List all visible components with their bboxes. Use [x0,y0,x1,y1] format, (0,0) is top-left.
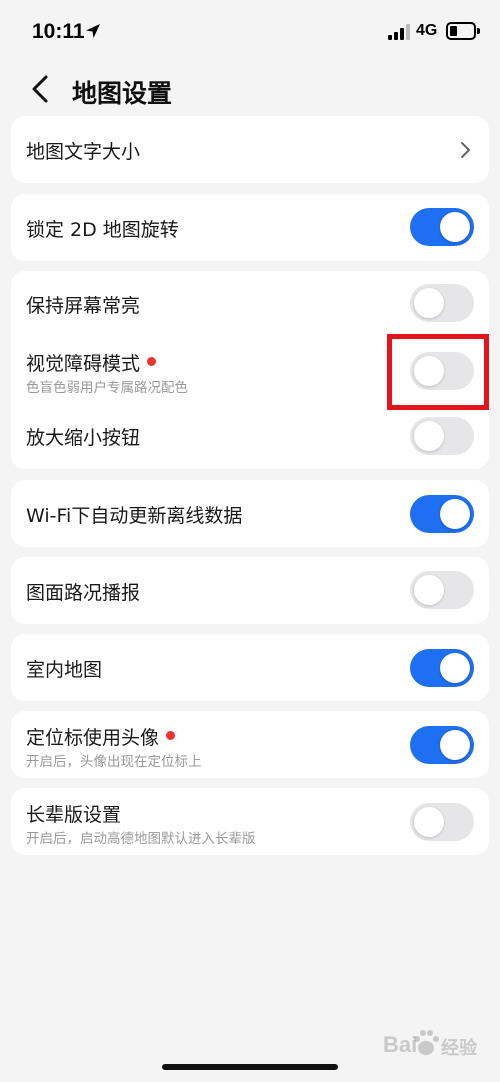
setting-row-map-font-size[interactable]: 地图文字大小 [11,116,489,183]
setting-row-elder-mode: 长辈版设置 开启后，启动高德地图默认进入长辈版 [11,788,489,855]
setting-label: 长辈版设置 [26,804,122,826]
watermark-logo: Bai 经验 [383,1028,488,1062]
settings-card-traffic: 图面路况播报 [11,557,489,624]
settings-card-avatar: 定位标使用头像 开启后，头像出现在定位标上 [11,711,489,778]
watermark-brand-right: 经验 [441,1038,477,1058]
paw-icon [414,1030,439,1055]
wifi-auto-update-toggle[interactable] [410,495,474,533]
setting-row-indoor-map: 室内地图 [11,634,489,701]
status-time: 10:11 [32,20,85,43]
setting-label: 保持屏幕常亮 [26,295,141,317]
settings-card-rotation: 锁定 2D 地图旋转 [11,194,489,261]
traffic-broadcast-toggle[interactable] [410,571,474,609]
setting-row-zoom-buttons: 放大缩小按钮 [11,405,489,469]
setting-label-with-dot: 定位标使用头像 [26,723,176,750]
cellular-signal-icon [388,24,410,40]
settings-card-elder: 长辈版设置 开启后，启动高德地图默认进入长辈版 [11,788,489,855]
new-badge-dot [166,731,176,740]
setting-subtitle: 色盲色弱用户专属路况配色 [26,380,188,396]
indoor-map-toggle[interactable] [410,649,474,687]
settings-card-wifi: Wi-Fi下自动更新离线数据 [11,480,489,547]
setting-row-lock-2d-rotation: 锁定 2D 地图旋转 [11,194,489,261]
setting-label: 放大缩小按钮 [26,427,141,449]
setting-subtitle: 开启后，头像出现在定位标上 [26,754,202,770]
setting-row-wifi-auto-update: Wi-Fi下自动更新离线数据 [11,480,489,547]
setting-row-avatar-marker: 定位标使用头像 开启后，头像出现在定位标上 [11,711,489,778]
zoom-buttons-toggle[interactable] [410,417,474,455]
setting-subtitle: 开启后，启动高德地图默认进入长辈版 [26,831,256,847]
elder-mode-toggle[interactable] [410,803,474,841]
setting-row-keep-screen-on: 保持屏幕常亮 [11,271,489,335]
location-arrow-icon [86,24,100,38]
setting-label: 地图文字大小 [26,141,141,163]
lock-2d-rotation-toggle[interactable] [410,208,474,246]
home-indicator[interactable] [162,1064,338,1070]
setting-label: 图面路况播报 [26,582,141,604]
avatar-marker-toggle[interactable] [410,726,474,764]
settings-card-font: 地图文字大小 [11,116,489,183]
battery-icon [446,22,480,40]
status-bar: 10:11 4G [0,0,500,64]
setting-label: 室内地图 [26,659,103,681]
network-type: 4G [416,22,438,39]
setting-row-traffic-broadcast: 图面路况播报 [11,557,489,624]
nav-bar: 地图设置 [0,64,500,116]
settings-card-indoor: 室内地图 [11,634,489,701]
setting-label: 锁定 2D 地图旋转 [26,219,179,241]
chevron-right-icon [461,142,470,158]
highlight-annotation-box [387,334,489,410]
page-title: 地图设置 [72,79,173,108]
setting-label: 视觉障碍模式 [26,353,141,375]
back-chevron-icon[interactable] [26,74,56,104]
setting-label-with-dot: 视觉障碍模式 [26,349,157,376]
new-badge-dot [147,357,157,366]
setting-label: 定位标使用头像 [26,727,160,749]
keep-screen-on-toggle[interactable] [410,284,474,322]
setting-label: Wi-Fi下自动更新离线数据 [26,505,243,527]
